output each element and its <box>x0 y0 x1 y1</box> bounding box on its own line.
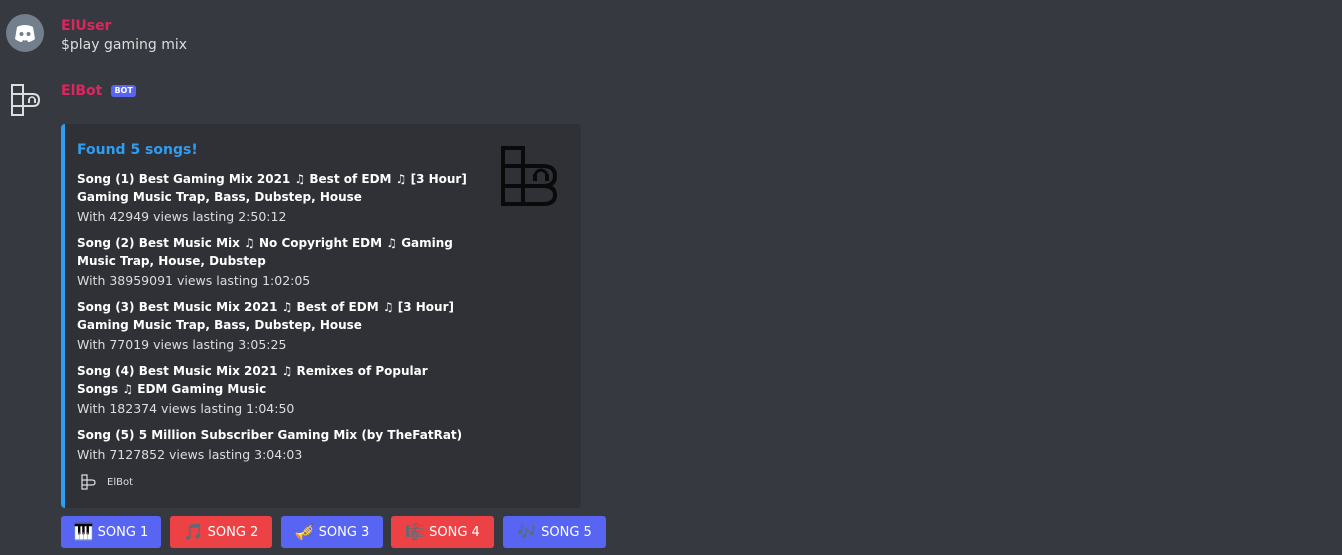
user-message: ElUser $play gaming mix <box>0 14 1342 64</box>
song-entry-2: Song (2) Best Music Mix ♫ No Copyright E… <box>77 234 472 290</box>
embed-footer-text: ElBot <box>107 476 133 488</box>
song-title: Song (3) Best Music Mix 2021 ♫ Best of E… <box>77 300 454 332</box>
song-meta: With 42949 views lasting 2:50:12 <box>77 209 287 224</box>
song-meta: With 182374 views lasting 1:04:50 <box>77 401 295 416</box>
song-entry-5: Song (5) 5 Million Subscriber Gaming Mix… <box>77 426 472 464</box>
musical-score-icon: 🎼 <box>405 522 426 541</box>
music-note-icon: 🎵 <box>183 522 204 541</box>
button-label: SONG 3 <box>318 524 370 540</box>
song-meta: With 38959091 views lasting 1:02:05 <box>77 273 311 288</box>
song-entry-1: Song (1) Best Gaming Mix 2021 ♫ Best of … <box>77 170 472 226</box>
song-title: Song (4) Best Music Mix 2021 ♫ Remixes o… <box>77 364 428 396</box>
song-5-button[interactable]: 🎶 SONG 5 <box>503 516 606 548</box>
bot-author-name[interactable]: ElBot <box>61 83 102 99</box>
song-entry-4: Song (4) Best Music Mix 2021 ♫ Remixes o… <box>77 362 472 418</box>
discord-logo-icon <box>15 25 35 42</box>
bot-badge: BOT <box>111 85 136 97</box>
song-3-button[interactable]: 🎺 SONG 3 <box>281 516 383 548</box>
trumpet-icon: 🎺 <box>294 522 315 541</box>
user-avatar[interactable] <box>6 14 44 52</box>
song-meta: With 7127852 views lasting 3:04:03 <box>77 447 303 462</box>
song-title: Song (1) Best Gaming Mix 2021 ♫ Best of … <box>77 172 467 204</box>
user-author-name[interactable]: ElUser <box>61 18 111 34</box>
embed-footer: ElBot <box>81 474 133 490</box>
bot-avatar[interactable] <box>6 80 44 118</box>
elbot-footer-icon <box>81 474 96 490</box>
button-label: SONG 4 <box>429 524 480 540</box>
elbot-logo-icon <box>11 84 41 116</box>
song-2-button[interactable]: 🎵 SONG 2 <box>170 516 272 548</box>
button-label: SONG 2 <box>207 524 259 540</box>
button-label: SONG 5 <box>541 524 592 540</box>
song-meta: With 77019 views lasting 3:05:25 <box>77 337 287 352</box>
elbot-thumbnail-icon <box>499 144 563 208</box>
song-4-button[interactable]: 🎼 SONG 4 <box>391 516 494 548</box>
song-title: Song (5) 5 Million Subscriber Gaming Mix… <box>77 428 463 442</box>
piano-icon: 🎹 <box>73 522 94 541</box>
embed-title: Found 5 songs! <box>77 142 198 158</box>
song-1-button[interactable]: 🎹 SONG 1 <box>61 516 161 548</box>
song-title: Song (2) Best Music Mix ♫ No Copyright E… <box>77 236 453 268</box>
music-notes-icon: 🎶 <box>517 522 538 541</box>
user-message-text: $play gaming mix <box>61 37 188 53</box>
song-list-embed: Found 5 songs! Song (1) Best Gaming Mix … <box>61 124 581 508</box>
button-label: SONG 1 <box>97 524 149 540</box>
song-entry-3: Song (3) Best Music Mix 2021 ♫ Best of E… <box>77 298 472 354</box>
